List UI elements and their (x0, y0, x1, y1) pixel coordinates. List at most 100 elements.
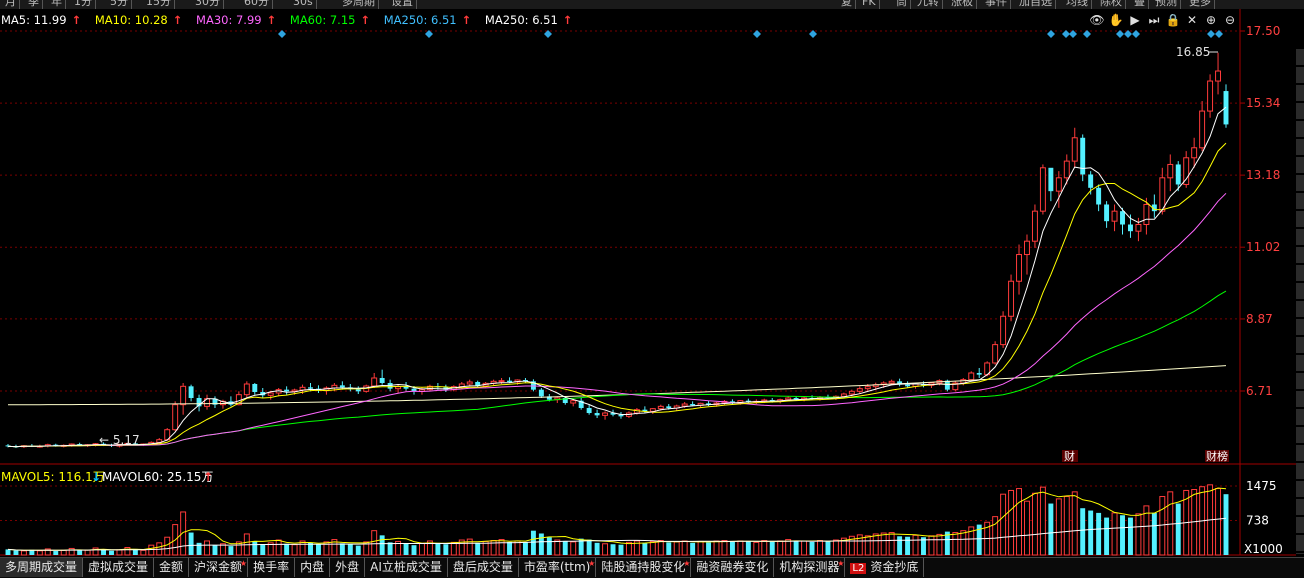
tab-label: 换手率 (253, 560, 290, 574)
side-panel-block (1296, 121, 1304, 137)
volume-bar (204, 540, 210, 556)
volume-bar (1048, 503, 1054, 555)
volume-tick-label: 738 (1246, 513, 1269, 527)
candle-body (1055, 177, 1062, 192)
tab-11[interactable]: 融资融券变化 (691, 558, 775, 577)
side-panel-block (1296, 211, 1304, 227)
star-icon: ★ (683, 559, 691, 568)
volume-bar (116, 549, 123, 556)
candle-body (657, 405, 664, 410)
side-panel-block (1296, 229, 1304, 245)
volume-bar (570, 541, 577, 556)
volume-bar (928, 535, 935, 556)
volume-bar (1063, 496, 1070, 556)
price-tick-label: 8.87 (1246, 312, 1273, 326)
tab-1[interactable]: 虚拟成交量 (83, 558, 155, 577)
volume-bar (594, 542, 600, 555)
mavol5-label: MAVOL5: 116.1万 (1, 470, 105, 484)
tab-5[interactable]: 内盘 (295, 558, 331, 577)
volume-bar (1104, 517, 1110, 555)
candle-body (243, 383, 250, 396)
volume-bar (1080, 508, 1086, 555)
volume-bar (960, 530, 967, 556)
tab-4[interactable]: 换手率 (248, 558, 296, 577)
volume-bar (936, 533, 943, 556)
side-panel-block (1296, 553, 1304, 554)
volume-unit-label: X1000 (1244, 542, 1283, 556)
price-tick-label: 11.02 (1246, 240, 1280, 254)
fin-marker-label-2: 财榜 (1206, 449, 1228, 463)
volume-bar (1151, 512, 1157, 555)
candle-body (1024, 240, 1030, 256)
tab-6[interactable]: 外盘 (330, 558, 366, 577)
volume-bar (260, 544, 266, 555)
volume-bar (284, 543, 290, 555)
side-panel-block (1296, 463, 1304, 479)
volume-bar (554, 539, 561, 556)
volume-bar (291, 544, 298, 556)
tab-2[interactable]: 金额 (154, 558, 190, 577)
candle-body (284, 389, 290, 392)
volume-bar (252, 540, 258, 555)
volume-bar (864, 535, 871, 556)
candle-body (379, 377, 385, 383)
tab-label: 虚拟成交量 (88, 560, 149, 574)
volume-bar (880, 532, 887, 556)
volume-bar (507, 541, 512, 555)
candle-body (992, 344, 999, 364)
candle-body (976, 372, 982, 375)
side-panel-block (1296, 445, 1304, 461)
candle-body (1071, 137, 1078, 162)
side-panel-block (1296, 409, 1304, 425)
tab-3[interactable]: 沪深金额 ★ (189, 558, 249, 577)
candle-body (968, 372, 975, 381)
candle-body (1104, 204, 1110, 222)
side-panel-block (1296, 535, 1304, 551)
candle-body (498, 380, 505, 383)
tab-7[interactable]: AI立桩成交量 (365, 558, 448, 577)
mavol60-label: MAVOL60: 25.15万 (102, 470, 213, 484)
volume-bar (530, 530, 536, 555)
tab-label: 盘后成交量 (452, 560, 513, 574)
tab-label: 陆股通持股变化 (601, 560, 686, 574)
candle-body (1096, 187, 1102, 205)
volume-bar (60, 549, 67, 556)
volume-bar (1096, 512, 1102, 555)
volume-bar (825, 541, 831, 555)
candle-body (1039, 167, 1046, 212)
volume-bar (1000, 493, 1007, 556)
volume-bar (228, 546, 234, 555)
event-marker-icon (1047, 30, 1055, 38)
volume-bar (777, 540, 784, 556)
volume-bar (1111, 512, 1118, 556)
candle-body (1008, 280, 1015, 317)
candle-body (1048, 167, 1054, 192)
volume-bar (753, 541, 760, 556)
volume-bar (418, 542, 425, 556)
volume-bar (1008, 489, 1015, 556)
volume-bar (745, 541, 751, 555)
volume-bar (681, 540, 688, 556)
volume-bar (1071, 491, 1078, 556)
tab-12[interactable]: 机构探测器 ★ (774, 558, 846, 577)
tab-13[interactable]: L2 资金抄底 (845, 558, 925, 577)
volume-bar (602, 543, 609, 556)
indicator-tabs: 多周期成交量 虚拟成交量 金额 沪深金额 ★ 换手率 内盘 外盘 AI立桩成交量 盘后成交量 市盈率… (0, 557, 1304, 578)
event-marker-icon (1083, 30, 1091, 38)
tab-10[interactable]: 陆股通持股变化 ★ (596, 558, 692, 577)
candle-body (1167, 163, 1174, 179)
candle-body (1111, 210, 1118, 222)
tab-0[interactable]: 多周期成交量 (0, 558, 84, 577)
event-marker-icon (753, 30, 761, 38)
kline-chart[interactable]: 17.50 15.34 13.18 11.02 8.87 6.71 1475 738 X1000… (0, 0, 1296, 557)
tab-8[interactable]: 盘后成交量 (448, 558, 519, 577)
volume-bar (690, 542, 696, 555)
volume-bar (832, 539, 839, 556)
volume-bar (355, 545, 361, 555)
candle-body (1000, 315, 1007, 346)
tab-9[interactable]: 市盈率(ttm) ★ (519, 558, 597, 577)
candle-body (1207, 80, 1214, 112)
volume-bar (952, 532, 959, 556)
price-tick-label: 13.18 (1246, 168, 1280, 182)
volume-bar (1031, 492, 1038, 556)
